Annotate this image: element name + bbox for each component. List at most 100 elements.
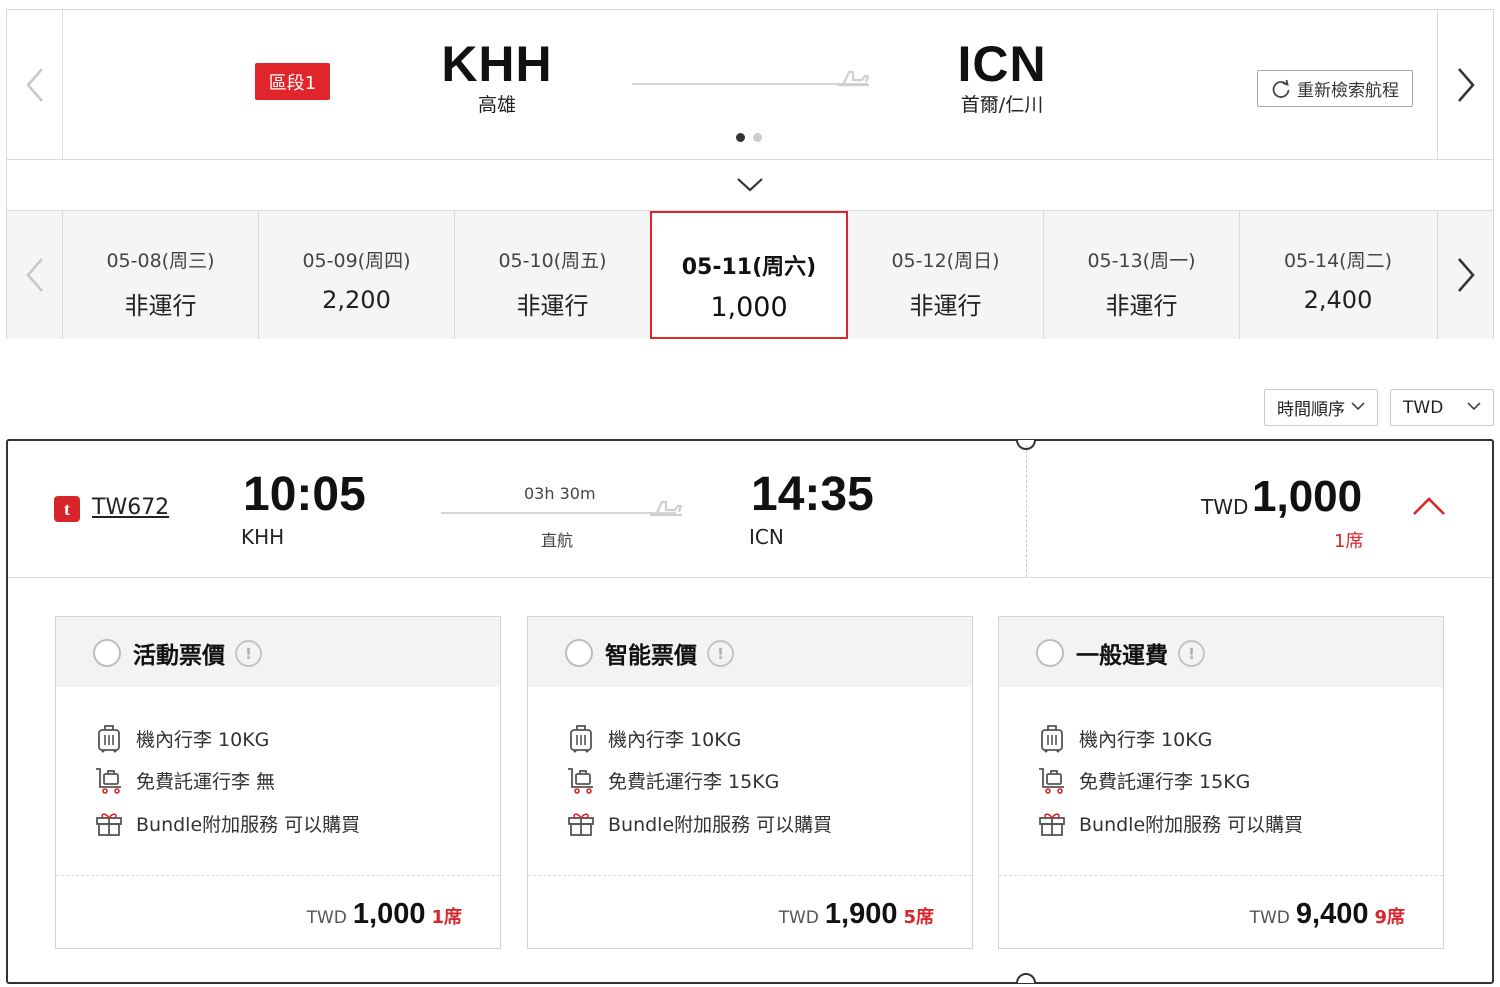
destination-code: ICN <box>957 36 1047 92</box>
plane-icon <box>650 500 683 517</box>
date-price: 非運行 <box>516 292 589 320</box>
gift-icon <box>1037 808 1067 838</box>
info-icon[interactable]: ! <box>1178 640 1205 667</box>
pager-dot-1[interactable] <box>736 133 745 142</box>
expand-toggle[interactable] <box>7 160 1493 211</box>
fare-currency: TWD <box>1249 908 1290 928</box>
fare-card[interactable]: 活動票價 ! 機內行李 10KG 免費託運行李 無 Bundle附加服務 可以購… <box>55 616 501 949</box>
fare-currency: TWD <box>778 908 819 928</box>
info-icon[interactable]: ! <box>235 640 262 667</box>
fare-amount: 9,400 <box>1295 898 1369 930</box>
fare-footer: TWD 9,400 9席 <box>999 875 1443 949</box>
fare-card[interactable]: 一般運費 ! 機內行李 10KG 免費託運行李 15KG Bundle附加服務 … <box>998 616 1444 949</box>
fare-feature-checked: 免費託運行李 15KG <box>1037 765 1250 795</box>
research-button[interactable]: 重新檢索航程 <box>1257 70 1413 107</box>
carry-on-bag-icon <box>1037 723 1067 753</box>
fare-header: 一般運費 ! <box>999 617 1443 687</box>
chevron-right-icon <box>1457 258 1475 292</box>
gift-icon <box>566 808 596 838</box>
chevron-down-icon <box>1351 402 1365 411</box>
date-next-button[interactable] <box>1437 211 1493 339</box>
date-option[interactable]: 05-10(周五) 非運行 <box>455 211 651 339</box>
departure-time: 10:05 <box>243 468 366 521</box>
seats-left: 1席 <box>1334 531 1364 552</box>
date-option[interactable]: 05-12(周日) 非運行 <box>848 211 1044 339</box>
origin-airport: KHH 高雄 <box>427 36 567 117</box>
sort-order-select[interactable]: 時間順序 <box>1264 389 1378 426</box>
flight-summary[interactable]: t TW672 10:05 KHH 03h 30m 直航 14:35 ICN T… <box>8 441 1492 578</box>
feature-text: 免費託運行李 15KG <box>1079 770 1251 793</box>
date-option[interactable]: 05-13(周一) 非運行 <box>1044 211 1240 339</box>
fare-feature-checked: 免費託運行李 無 <box>94 765 275 795</box>
date-label: 05-14(周二) <box>1283 250 1393 272</box>
fare-price: TWD 9,400 9席 <box>1250 898 1405 931</box>
flight-type: 直航 <box>541 531 574 550</box>
date-label: 05-11(周六) <box>681 255 817 280</box>
price-currency: TWD <box>1201 495 1249 519</box>
feature-text: Bundle附加服務 可以購買 <box>608 813 833 836</box>
departure-airport: KHH <box>241 525 285 549</box>
research-label: 重新檢索航程 <box>1297 81 1399 101</box>
fare-radio[interactable] <box>93 639 121 667</box>
flight-number-link[interactable]: TW672 <box>92 495 169 520</box>
date-price: 非運行 <box>124 292 197 320</box>
date-label: 05-13(周一) <box>1087 250 1196 272</box>
currency-select[interactable]: TWD <box>1390 389 1494 426</box>
fare-feature-checked: 免費託運行李 15KG <box>566 765 779 795</box>
fare-header: 活動票價 ! <box>56 617 500 687</box>
airline-logo-icon: t <box>54 496 80 522</box>
segment-prev-button[interactable] <box>7 10 63 160</box>
date-option[interactable]: 05-14(周二) 2,400 <box>1240 211 1436 339</box>
date-label: 05-10(周五) <box>498 250 607 272</box>
chevron-up-icon[interactable] <box>1412 496 1446 516</box>
date-option-selected[interactable]: 05-11(周六) 1,000 <box>650 211 848 339</box>
date-prev-button[interactable] <box>7 211 63 339</box>
date-strip: 05-08(周三) 非運行 05-09(周四) 2,200 05-10(周五) … <box>7 211 1493 339</box>
fare-title: 智能票價 <box>605 643 697 669</box>
feature-text: 機內行李 10KG <box>1079 728 1213 751</box>
fare-header: 智能票價 ! <box>528 617 972 687</box>
fare-amount: 1,900 <box>824 898 898 930</box>
fare-title: 一般運費 <box>1076 643 1168 669</box>
date-price: 非運行 <box>909 292 982 320</box>
segment-route: 區段1 KHH 高雄 ICN 首爾/仁川 重新檢索航程 <box>7 10 1493 160</box>
origin-city: 高雄 <box>477 94 516 116</box>
fare-footer: TWD 1,000 1席 <box>56 875 500 949</box>
currency-value: TWD <box>1403 397 1444 418</box>
carry-on-bag-icon <box>94 723 124 753</box>
flight-line <box>441 512 676 514</box>
arrival-airport: ICN <box>749 525 784 549</box>
pager-dot-2[interactable] <box>753 133 762 142</box>
date-label: 05-08(周三) <box>106 250 215 272</box>
date-option[interactable]: 05-09(周四) 2,200 <box>259 211 455 339</box>
date-price: 2,400 <box>1303 286 1373 314</box>
fare-feature-carry-on: 機內行李 10KG <box>566 723 741 753</box>
fare-card[interactable]: 智能票價 ! 機內行李 10KG 免費託運行李 15KG Bundle附加服務 … <box>527 616 973 949</box>
fare-footer: TWD 1,900 5席 <box>528 875 972 949</box>
price-amount: 1,000 <box>1252 472 1363 521</box>
gift-icon <box>94 808 124 838</box>
divider <box>1026 445 1027 577</box>
chevron-down-icon <box>1467 402 1481 411</box>
fare-radio[interactable] <box>1036 639 1064 667</box>
flight-duration: 03h 30m <box>524 484 596 503</box>
fare-feature-carry-on: 機內行李 10KG <box>1037 723 1212 753</box>
ticket-notch <box>1016 973 1036 983</box>
flight-card: t TW672 10:05 KHH 03h 30m 直航 14:35 ICN T… <box>6 439 1494 984</box>
route-line <box>632 83 867 85</box>
feature-text: 免費託運行李 無 <box>136 770 276 793</box>
chevron-left-icon <box>25 258 43 292</box>
origin-code: KHH <box>441 36 553 92</box>
date-price: 2,200 <box>322 286 391 314</box>
luggage-cart-icon <box>566 765 596 795</box>
date-option[interactable]: 05-08(周三) 非運行 <box>63 211 259 339</box>
fare-radio[interactable] <box>565 639 593 667</box>
fare-currency: TWD <box>306 908 347 928</box>
segment-next-button[interactable] <box>1437 10 1493 160</box>
feature-text: 機內行李 10KG <box>136 728 270 751</box>
fare-price: TWD 1,900 5席 <box>779 898 934 931</box>
fare-title: 活動票價 <box>133 643 225 669</box>
info-icon[interactable]: ! <box>707 640 734 667</box>
fare-seats: 9席 <box>1374 907 1405 928</box>
feature-text: Bundle附加服務 可以購買 <box>136 813 361 836</box>
